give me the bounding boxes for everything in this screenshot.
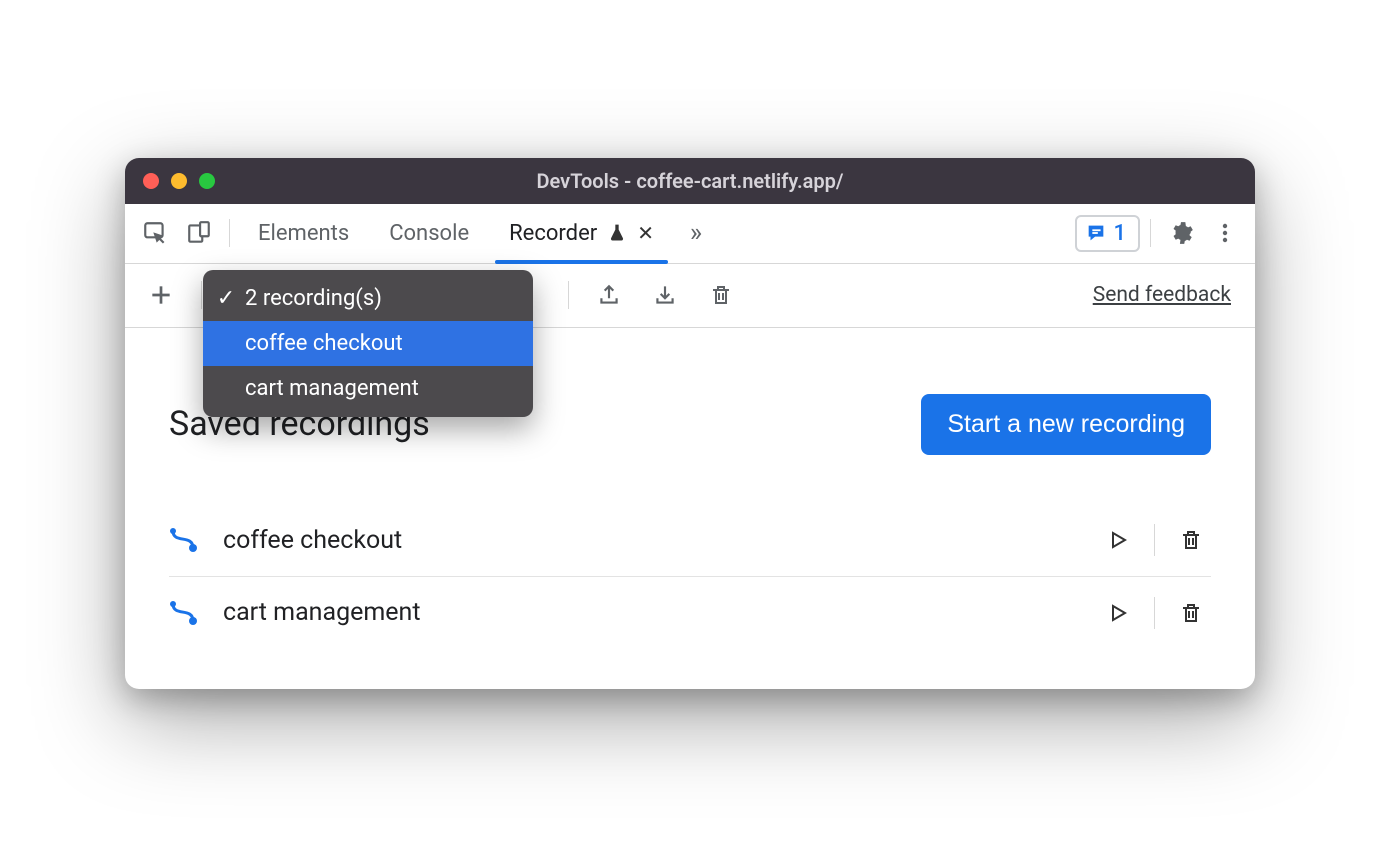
dropdown-item-label: coffee checkout — [245, 331, 403, 356]
row-actions — [1098, 520, 1211, 560]
settings-icon[interactable] — [1161, 213, 1201, 253]
dropdown-heading-label: 2 recording(s) — [245, 286, 382, 311]
zoom-window-button[interactable] — [199, 173, 215, 189]
issues-count: 1 — [1113, 221, 1126, 246]
dropdown-item[interactable]: cart management — [203, 366, 533, 411]
devtools-window: DevTools - coffee-cart.netlify.app/ Elem… — [125, 158, 1255, 689]
dropdown-item-label: cart management — [245, 376, 419, 401]
tab-label: Recorder — [509, 221, 597, 246]
recordings-dropdown: ✓ 2 recording(s) coffee checkout cart ma… — [203, 270, 533, 417]
add-recording-icon[interactable] — [139, 273, 183, 317]
minimize-window-button[interactable] — [171, 173, 187, 189]
window-controls — [125, 173, 215, 189]
recorder-toolbar: Send feedback ✓ 2 recording(s) coffee ch… — [125, 264, 1255, 328]
list-item[interactable]: cart management — [169, 577, 1211, 649]
more-tabs-icon[interactable]: » — [676, 213, 716, 253]
flask-icon — [607, 223, 627, 243]
delete-icon[interactable] — [699, 273, 743, 317]
import-icon[interactable] — [643, 273, 687, 317]
start-recording-button[interactable]: Start a new recording — [921, 394, 1211, 455]
recordings-list: coffee checkout — [169, 505, 1211, 649]
check-icon: ✓ — [217, 286, 235, 311]
dropdown-heading: ✓ 2 recording(s) — [203, 276, 533, 321]
recording-name: cart management — [223, 598, 1076, 627]
issues-badge[interactable]: 1 — [1075, 215, 1140, 252]
kebab-menu-icon[interactable] — [1205, 213, 1245, 253]
divider — [568, 281, 569, 309]
dropdown-item[interactable]: coffee checkout — [203, 321, 533, 366]
tab-console[interactable]: Console — [371, 203, 487, 263]
trash-icon[interactable] — [1171, 593, 1211, 633]
divider — [1150, 219, 1151, 247]
divider — [201, 281, 202, 309]
titlebar: DevTools - coffee-cart.netlify.app/ — [125, 158, 1255, 204]
tab-recorder[interactable]: Recorder ✕ — [491, 203, 672, 263]
play-icon[interactable] — [1098, 593, 1138, 633]
tab-label: Elements — [258, 221, 349, 246]
trash-icon[interactable] — [1171, 520, 1211, 560]
row-actions — [1098, 593, 1211, 633]
window-title: DevTools - coffee-cart.netlify.app/ — [125, 169, 1255, 193]
close-tab-icon[interactable]: ✕ — [637, 221, 654, 245]
list-item[interactable]: coffee checkout — [169, 505, 1211, 577]
tab-elements[interactable]: Elements — [240, 203, 367, 263]
close-window-button[interactable] — [143, 173, 159, 189]
recording-name: coffee checkout — [223, 526, 1076, 555]
device-toolbar-icon[interactable] — [179, 213, 219, 253]
flow-icon — [169, 526, 201, 554]
play-icon[interactable] — [1098, 520, 1138, 560]
tabs-row: Elements Console Recorder ✕ » — [125, 204, 1255, 264]
divider — [229, 219, 230, 247]
export-icon[interactable] — [587, 273, 631, 317]
inspect-element-icon[interactable] — [135, 213, 175, 253]
divider — [1154, 524, 1155, 556]
tab-label: Console — [389, 221, 469, 246]
divider — [1154, 597, 1155, 629]
send-feedback-link[interactable]: Send feedback — [1093, 283, 1231, 307]
flow-icon — [169, 599, 201, 627]
